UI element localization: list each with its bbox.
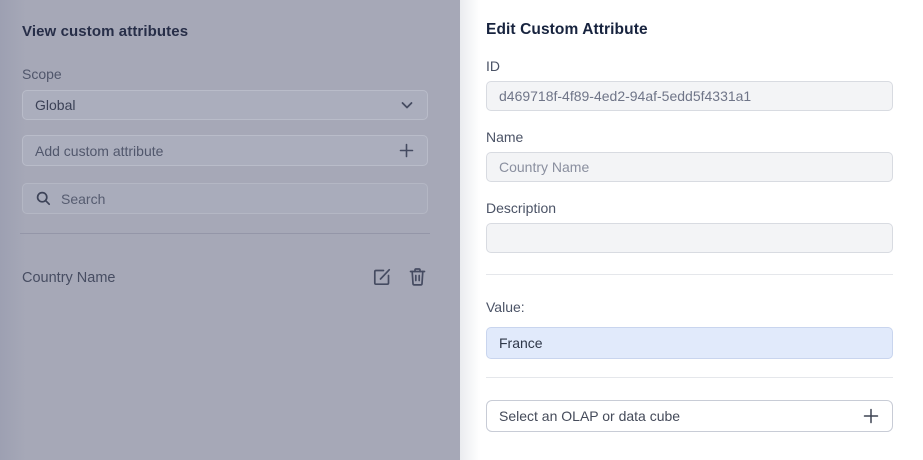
select-olap-label: Select an OLAP or data cube bbox=[499, 408, 681, 424]
description-label: Description bbox=[486, 200, 557, 216]
value-label: Value: bbox=[486, 299, 525, 315]
search-icon bbox=[35, 190, 52, 207]
attribute-list-item[interactable]: Country Name bbox=[22, 263, 428, 293]
select-olap-button[interactable]: Select an OLAP or data cube bbox=[486, 400, 893, 432]
edit-icon bbox=[371, 266, 393, 291]
edit-custom-attribute-drawer: Edit Custom Attribute ID Name Descriptio… bbox=[460, 0, 923, 460]
panel-title: View custom attributes bbox=[22, 23, 189, 40]
add-custom-attribute-placeholder: Add custom attribute bbox=[35, 142, 164, 159]
value-field[interactable] bbox=[486, 327, 893, 359]
name-label: Name bbox=[486, 129, 524, 145]
view-custom-attributes-panel: View custom attributes Scope Global Add … bbox=[0, 0, 460, 460]
drawer-divider-2 bbox=[486, 377, 893, 378]
trash-icon bbox=[407, 266, 428, 291]
left-panel-divider bbox=[20, 233, 430, 234]
scope-select-value: Global bbox=[35, 97, 76, 113]
add-custom-attribute-input[interactable]: Add custom attribute bbox=[22, 135, 428, 166]
plus-icon bbox=[862, 407, 880, 425]
name-field[interactable] bbox=[486, 152, 893, 182]
chevron-down-icon bbox=[399, 97, 415, 113]
search-placeholder: Search bbox=[61, 190, 106, 207]
scope-select[interactable]: Global bbox=[22, 90, 428, 120]
id-label: ID bbox=[486, 58, 500, 74]
attribute-actions bbox=[371, 266, 428, 291]
edit-attribute-button[interactable] bbox=[371, 266, 393, 291]
description-field[interactable] bbox=[486, 223, 893, 253]
delete-attribute-button[interactable] bbox=[407, 266, 428, 291]
id-field[interactable] bbox=[486, 81, 893, 111]
search-input[interactable]: Search bbox=[22, 183, 428, 214]
drawer-divider bbox=[486, 274, 893, 275]
scope-label: Scope bbox=[22, 66, 62, 82]
plus-icon[interactable] bbox=[398, 142, 415, 159]
drawer-title: Edit Custom Attribute bbox=[486, 21, 648, 38]
attribute-name: Country Name bbox=[22, 270, 116, 286]
